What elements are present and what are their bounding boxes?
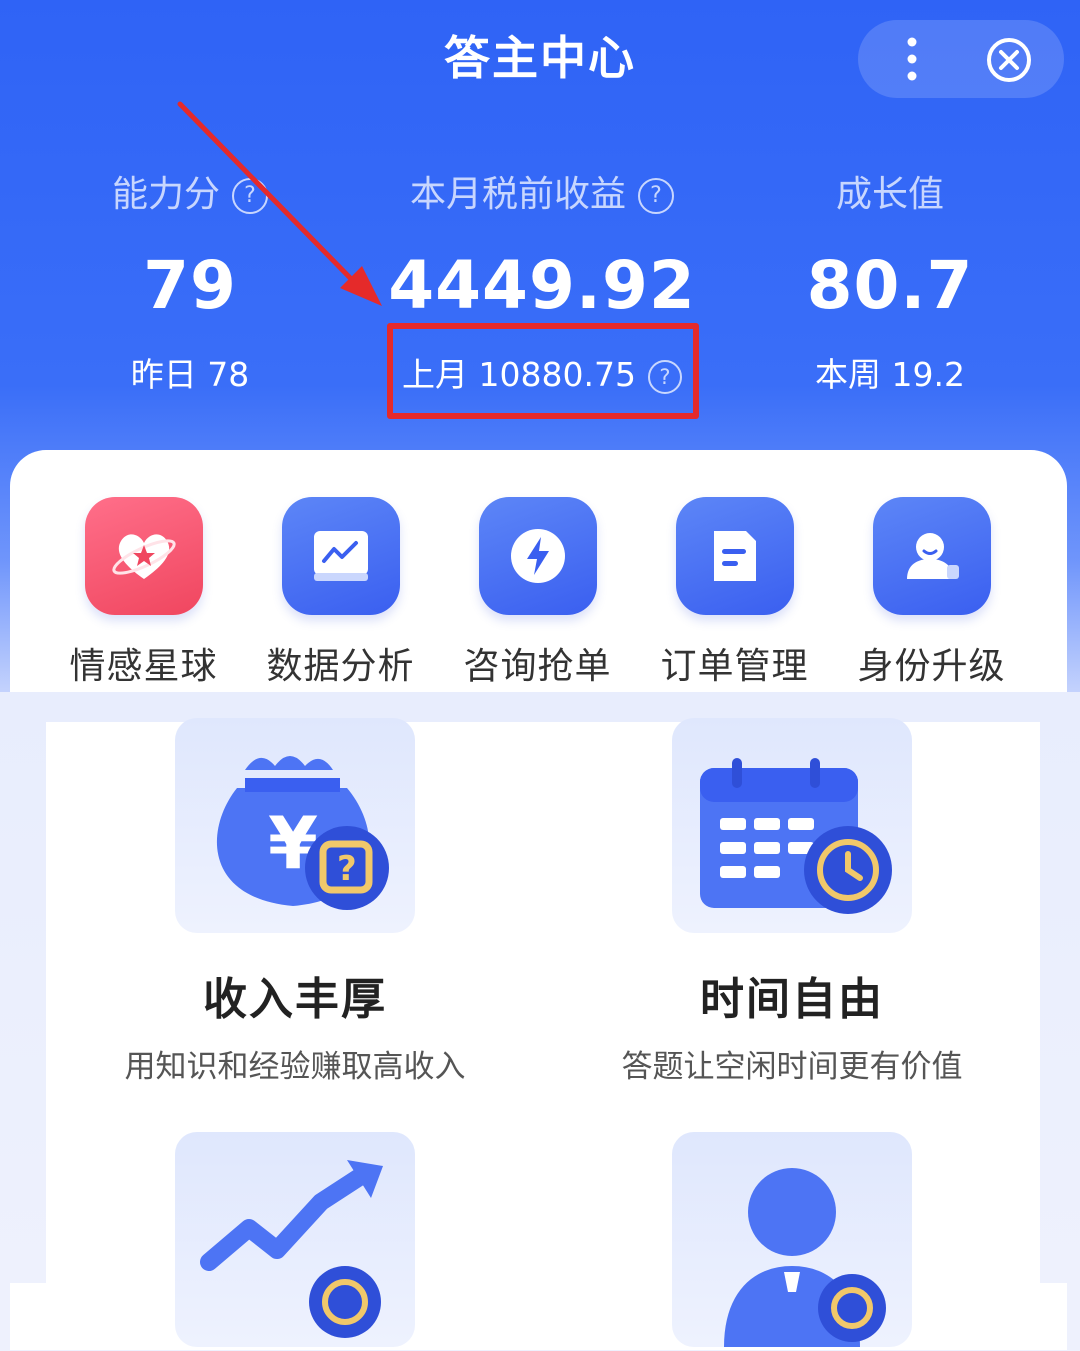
person-icon bbox=[672, 1132, 912, 1347]
user-upgrade-icon bbox=[872, 497, 991, 615]
grid-item-data-analysis[interactable]: 数据分析 bbox=[242, 497, 439, 689]
grid-item-consult-grab[interactable]: 咨询抢单 bbox=[439, 497, 636, 689]
feature-growth bbox=[55, 1132, 535, 1347]
mini-program-capsule bbox=[858, 20, 1064, 98]
heart-planet-icon bbox=[84, 497, 203, 615]
stat-label: 本月税前收益? bbox=[382, 170, 702, 220]
stat-value: 4449.92 bbox=[388, 247, 696, 324]
calendar-clock-icon bbox=[672, 718, 912, 933]
grid-item-label: 订单管理 bbox=[660, 646, 809, 687]
stat-sub: 昨日 78 bbox=[130, 355, 250, 394]
grid-item-label: 数据分析 bbox=[266, 646, 415, 687]
stat-sub: 本周 19.2 bbox=[815, 355, 965, 394]
lightning-icon bbox=[478, 497, 597, 615]
stat-label: 成长值 bbox=[835, 174, 944, 215]
stat-value: 79 bbox=[143, 247, 237, 324]
feature-desc: 答题让空闲时间更有价值 bbox=[621, 1049, 963, 1085]
grid-item-order-management[interactable]: 订单管理 bbox=[636, 497, 833, 689]
feature-title: 收入丰厚 bbox=[203, 974, 387, 1025]
feature-rich-income: ¥ ? 收入丰厚 用知识和经验赚取高收入 bbox=[55, 718, 535, 1086]
grid-item-label: 情感星球 bbox=[69, 646, 218, 687]
stat-growth-value[interactable]: 成长值 80.7 本周 19.2 bbox=[730, 170, 1050, 398]
stat-value: 80.7 bbox=[806, 247, 974, 324]
grid-item-emotion-planet[interactable]: 情感星球 bbox=[45, 497, 242, 689]
grid-item-label: 咨询抢单 bbox=[463, 646, 612, 687]
feature-time-freedom: 时间自由 答题让空闲时间更有价值 bbox=[552, 718, 1032, 1086]
annotation-highlight-box bbox=[387, 323, 699, 419]
feature-desc: 用知识和经验赚取高收入 bbox=[124, 1049, 466, 1085]
line-chart-icon bbox=[281, 497, 400, 615]
help-icon[interactable]: ? bbox=[638, 178, 674, 214]
grid-item-identity-upgrade[interactable]: 身份升级 bbox=[833, 497, 1030, 689]
grid-item-label: 身份升级 bbox=[857, 646, 1006, 687]
feature-title: 时间自由 bbox=[700, 974, 884, 1025]
stat-label: 能力分? bbox=[30, 170, 350, 220]
growth-chart-icon bbox=[175, 1132, 415, 1347]
stat-ability-score[interactable]: 能力分? 79 昨日 78 bbox=[30, 170, 350, 398]
close-circle-icon[interactable] bbox=[986, 37, 1032, 83]
document-icon bbox=[675, 497, 794, 615]
help-icon[interactable]: ? bbox=[232, 178, 268, 214]
money-bag-icon: ¥ ? bbox=[175, 718, 415, 933]
feature-identity bbox=[552, 1132, 1032, 1347]
svg-text:?: ? bbox=[337, 849, 357, 889]
more-vertical-icon[interactable] bbox=[888, 34, 936, 84]
